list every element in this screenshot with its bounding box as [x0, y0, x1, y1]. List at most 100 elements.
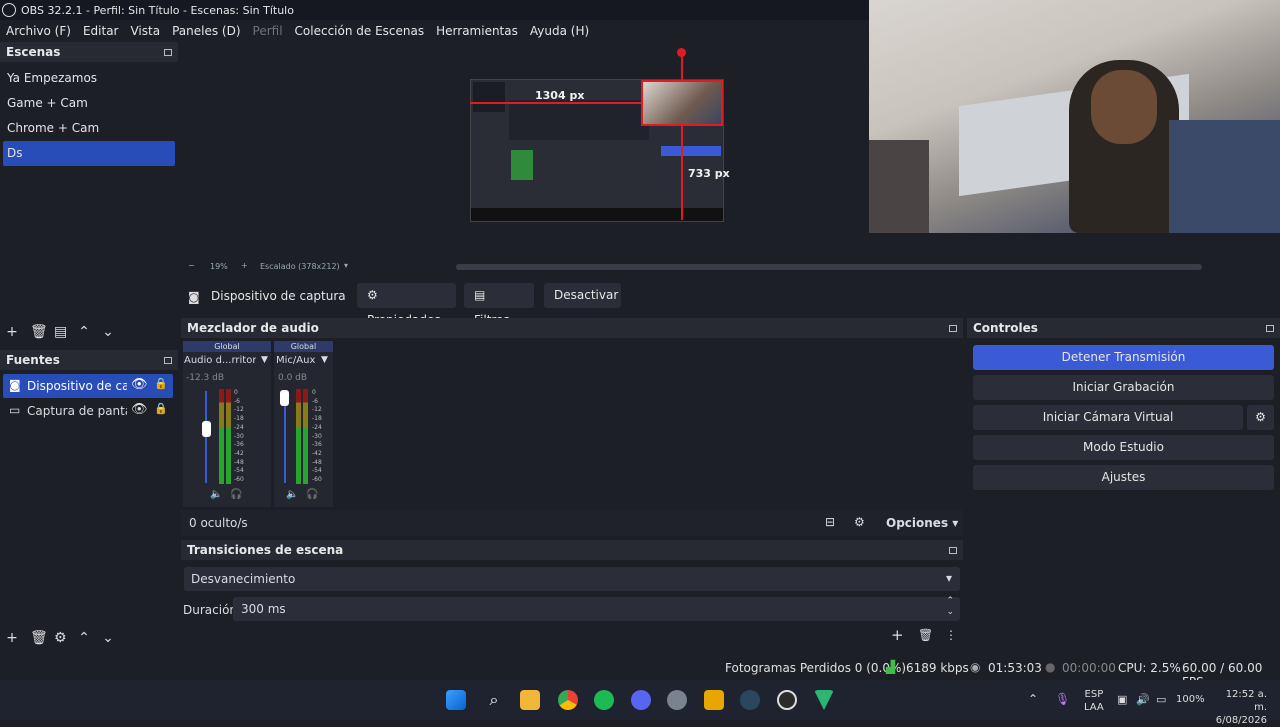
selected-source-name: Dispositivo de captura de v — [211, 289, 345, 303]
filters-button[interactable]: ▤ Filtros — [464, 283, 534, 327]
undock-icon[interactable] — [949, 324, 957, 332]
trash-icon[interactable]: 🗑 — [30, 630, 48, 646]
volume-icon[interactable]: 🔊 — [1136, 693, 1150, 706]
spotify-icon[interactable] — [594, 690, 614, 710]
chevron-down-icon[interactable]: ⌄ — [102, 630, 114, 646]
virtual-camera-settings-button[interactable]: ⚙ — [1247, 405, 1274, 430]
sources-toolbar: + 🗑 ⚙ ⌃ ⌄ — [0, 627, 184, 649]
battery-icon[interactable]: ▭ — [1156, 693, 1166, 706]
add-icon[interactable]: + — [6, 630, 18, 646]
scene-item-chrome-cam[interactable]: Chrome + Cam — [0, 116, 178, 141]
start-virtual-camera-button[interactable]: Iniciar Cámara Virtual — [973, 405, 1243, 430]
headphones-icon[interactable]: 🎧 — [230, 489, 242, 500]
source-item-capture-device[interactable]: ◙ Dispositivo de captu 👁 🔒 — [3, 374, 173, 398]
record-time: 00:00:00 — [1062, 661, 1116, 675]
windows-start-icon[interactable] — [446, 690, 466, 710]
trash-icon[interactable]: 🗑 — [918, 628, 933, 642]
chevron-up-icon[interactable]: ⌃ — [78, 630, 90, 646]
mixer-footer: 0 oculto/s ⊟ ⚙ Opciones ▾ — [181, 510, 963, 536]
menu-help[interactable]: Ayuda (H) — [524, 24, 595, 38]
undock-icon[interactable] — [1266, 324, 1274, 332]
horizontal-scrollbar[interactable] — [456, 264, 1202, 270]
gear-icon[interactable]: ⚙ — [54, 630, 67, 646]
gear-icon: ⚙ — [1255, 410, 1266, 424]
headphones-icon[interactable]: 🎧 — [306, 489, 318, 500]
start-recording-button[interactable]: Iniciar Grabación — [973, 375, 1274, 400]
lock-icon[interactable]: 🔒 — [154, 402, 168, 415]
steam-icon[interactable] — [740, 690, 760, 710]
stop-streaming-button[interactable]: Detener Transmisión — [973, 345, 1274, 370]
add-icon[interactable]: + — [6, 324, 18, 340]
level-meter — [226, 389, 231, 484]
source-item-screen-capture[interactable]: ▭ Captura de pantalla 👁 🔒 — [3, 399, 173, 423]
chevron-down-icon[interactable]: ⌄ — [102, 324, 114, 340]
discord-icon[interactable] — [631, 690, 651, 710]
transitions-dock: Transiciones de escena Desvanecimiento ▾… — [181, 540, 963, 652]
rotation-handle[interactable] — [677, 48, 686, 57]
chrome-icon[interactable] — [558, 690, 578, 710]
stepper-icon[interactable]: ⌃ ⌄ — [946, 596, 954, 618]
duration-field[interactable]: 300 ms ⌃ ⌄ — [233, 596, 960, 621]
obs-taskbar-icon[interactable] — [777, 690, 797, 710]
undock-icon[interactable] — [164, 48, 172, 56]
speaker-icon[interactable]: 🔈 — [210, 489, 222, 500]
eye-icon[interactable]: 👁 — [131, 377, 148, 392]
menu-tools[interactable]: Herramientas — [430, 24, 524, 38]
menu-file[interactable]: Archivo (F) — [0, 24, 77, 38]
volume-slider-handle[interactable] — [202, 421, 211, 437]
zoom-in-icon[interactable]: + — [241, 261, 248, 270]
camera-icon: ◙ — [188, 290, 200, 304]
scene-item-ds[interactable]: Ds — [3, 141, 175, 166]
source-bounding-box[interactable] — [641, 80, 723, 126]
language-indicator[interactable]: ESP LAA — [1084, 688, 1104, 714]
menu-scene-collection[interactable]: Colección de Escenas — [289, 24, 431, 38]
deactivate-label: Desactivar — [554, 288, 619, 302]
chevron-down-icon[interactable]: ▾ — [344, 261, 348, 270]
add-icon[interactable]: + — [891, 626, 904, 644]
scale-label: Escalado (378x212) — [260, 262, 340, 271]
trash-icon[interactable]: 🗑 — [30, 324, 48, 340]
rockstar-icon[interactable] — [704, 690, 724, 710]
deactivate-button[interactable]: Desactivar — [544, 283, 621, 308]
microphone-icon[interactable]: 🎙 — [1055, 692, 1070, 706]
chevron-down-icon[interactable]: ▼ — [321, 355, 328, 365]
settings-button[interactable]: Ajustes — [973, 465, 1274, 490]
zoom-out-icon[interactable]: − — [188, 261, 195, 270]
eye-icon[interactable]: 👁 — [131, 402, 148, 417]
settings-app-icon[interactable] — [667, 690, 687, 710]
cpu-usage: CPU: 2.5% — [1118, 661, 1181, 675]
file-explorer-icon[interactable] — [520, 690, 540, 710]
options-button[interactable]: Opciones ▾ — [886, 516, 958, 530]
scene-item-game-cam[interactable]: Game + Cam — [0, 91, 178, 116]
mixer-channel: Global Audio d...rritorio ▼ -12.3 dB 0-6… — [183, 341, 271, 507]
more-icon[interactable]: ⋮ — [945, 628, 957, 642]
menu-edit[interactable]: Editar — [77, 24, 125, 38]
network-icon[interactable]: ▣ — [1117, 693, 1127, 706]
gear-icon[interactable]: ⚙ — [854, 515, 865, 529]
menu-profile[interactable]: Perfil — [247, 24, 289, 38]
layout-icon[interactable]: ⊟ — [825, 515, 835, 529]
scene-item-ya-empezamos[interactable]: Ya Empezamos — [0, 66, 178, 91]
studio-mode-button[interactable]: Modo Estudio — [973, 435, 1274, 460]
chevron-up-icon[interactable]: ⌃ — [1028, 692, 1038, 706]
volume-slider-track[interactable] — [205, 391, 207, 483]
sources-title: Fuentes — [6, 353, 60, 367]
menu-view[interactable]: Vista — [124, 24, 166, 38]
search-icon[interactable]: ⌕ — [484, 690, 504, 710]
sources-header: Fuentes — [0, 350, 178, 370]
width-measure-label: 1304 px — [535, 89, 585, 102]
zoom-bar: − 19% + Escalado (378x212) ▾ — [186, 261, 1202, 275]
transition-select[interactable]: Desvanecimiento ▾ — [184, 567, 960, 591]
lock-icon[interactable]: 🔒 — [154, 377, 168, 390]
undock-icon[interactable] — [949, 546, 957, 554]
chevron-up-icon[interactable]: ⌃ — [78, 324, 90, 340]
filter-icon[interactable]: ▤ — [54, 324, 67, 340]
speaker-icon[interactable]: 🔈 — [286, 489, 298, 500]
camera-icon: ◙ — [9, 378, 21, 392]
chevron-down-icon[interactable]: ▼ — [261, 355, 268, 365]
menu-docks[interactable]: Paneles (D) — [166, 24, 246, 38]
clock[interactable]: 12:52 a. m. 6/08/2026 — [1211, 688, 1267, 727]
properties-button[interactable]: ⚙ Propiedades — [357, 283, 456, 327]
undock-icon[interactable] — [164, 356, 172, 364]
volume-slider-handle[interactable] — [280, 390, 289, 406]
